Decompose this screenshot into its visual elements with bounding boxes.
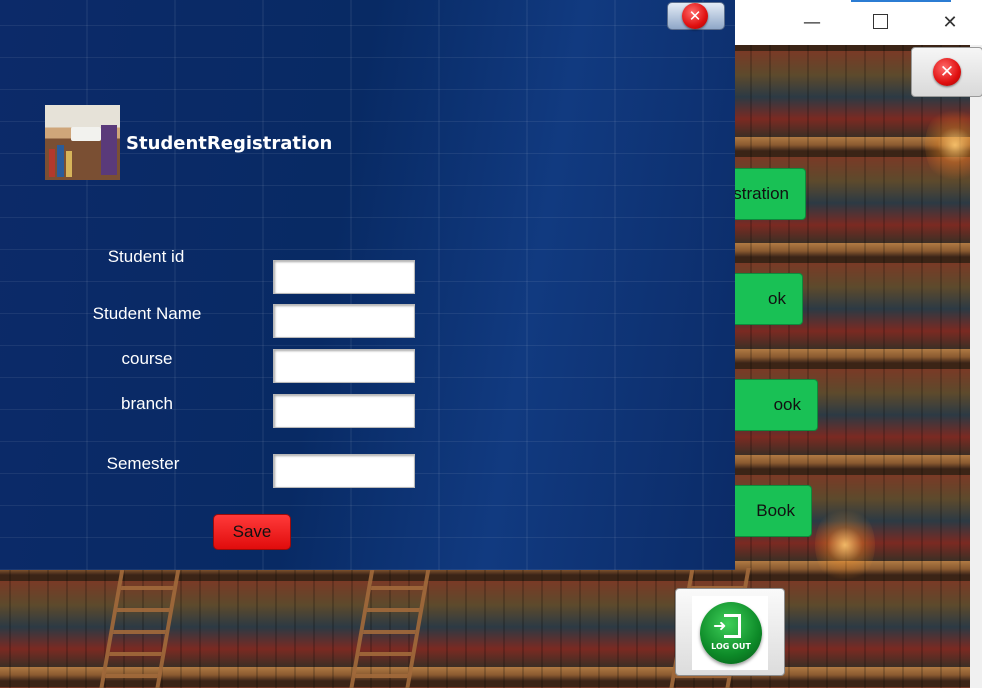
semester-input[interactable]	[273, 454, 415, 488]
student-id-input[interactable]	[273, 260, 415, 294]
window-border	[970, 45, 982, 688]
logout-icon: ➜ LOG OUT	[700, 602, 762, 664]
door-icon	[724, 614, 741, 638]
arrow-icon: ➜	[713, 616, 727, 635]
student-registration-dialog: ✕ StudentRegistration Student id Student…	[0, 0, 735, 570]
logout-label: LOG OUT	[711, 642, 751, 651]
course-input[interactable]	[273, 349, 415, 383]
library-books-logo	[45, 105, 120, 180]
book-shape	[101, 125, 117, 175]
book-shape	[49, 149, 55, 177]
minimize-button[interactable]: —	[789, 8, 835, 38]
main-exit-button[interactable]: ✕	[911, 47, 982, 97]
ladder	[99, 568, 181, 688]
registration-button-label: stration	[733, 184, 789, 203]
book-shape	[66, 151, 72, 177]
close-icon: ✕	[933, 58, 961, 86]
semester-label: Semester	[106, 454, 180, 473]
candle-glow	[815, 505, 875, 585]
title-accent	[851, 0, 951, 2]
logout-button[interactable]: ➜ LOG OUT	[675, 588, 785, 676]
course-label: course	[121, 349, 173, 368]
maximize-icon	[872, 13, 888, 29]
maximize-button[interactable]	[857, 8, 903, 38]
branch-input[interactable]	[273, 394, 415, 428]
branch-label: branch	[121, 394, 173, 413]
ladder	[349, 568, 431, 688]
student-name-input[interactable]	[273, 304, 415, 338]
dialog-title: StudentRegistration	[126, 133, 333, 154]
student-name-label: Student Name	[92, 304, 202, 323]
book-button-1-label: ok	[768, 289, 786, 308]
book-button-3-label: Book	[756, 501, 795, 520]
student-id-label: Student id	[107, 247, 185, 266]
save-button[interactable]: Save	[213, 514, 291, 550]
dialog-close-button[interactable]: ✕	[667, 2, 725, 30]
book-shape	[57, 145, 64, 177]
book-button-2-label: ook	[773, 395, 801, 414]
book-in-hand	[71, 127, 101, 141]
window-close-button[interactable]: ✕	[927, 8, 973, 38]
close-icon: ✕	[682, 3, 708, 29]
main-titlebar: — ✕	[735, 0, 982, 45]
logout-button-face: ➜ LOG OUT	[692, 596, 768, 670]
